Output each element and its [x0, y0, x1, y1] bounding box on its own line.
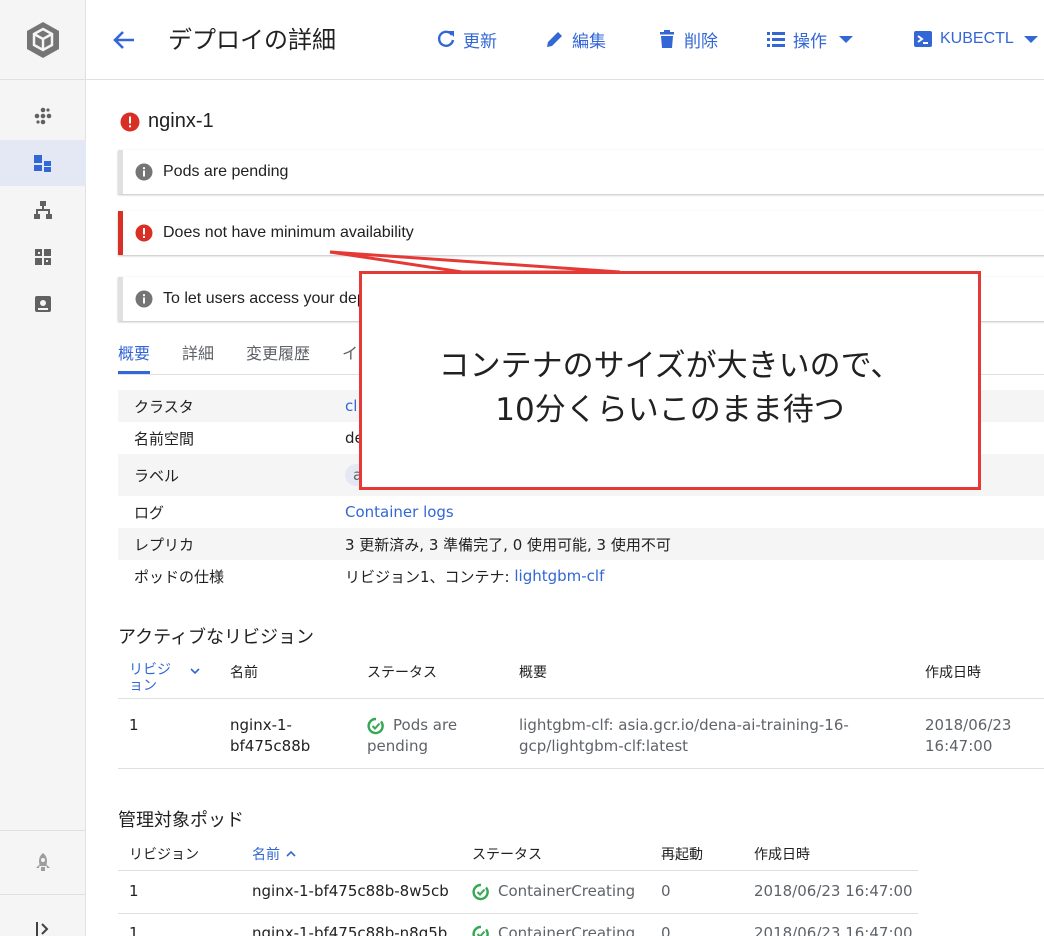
status-ok-icon: [472, 883, 489, 900]
column-header-name[interactable]: 名前: [252, 844, 298, 864]
overview-row-logs: ログ Container logs: [134, 503, 454, 522]
applications-icon: [35, 249, 51, 265]
sidebar-item-applications[interactable]: [0, 234, 86, 280]
sidebar-expand[interactable]: [0, 906, 86, 936]
sidebar-item-workloads[interactable]: [0, 140, 86, 186]
container-link[interactable]: lightgbm-clf: [514, 567, 604, 585]
deployment-details: nginx-1 Pods are pending Does not have m…: [86, 80, 1044, 936]
trash-icon: [660, 30, 674, 48]
revision-summary: lightgbm-clf: asia.gcr.io/dena-ai-traini…: [519, 716, 849, 755]
caret-down-icon: [1023, 36, 1038, 43]
annotation-callout: コンテナのサイズが大きいので、 10分くらいこのまま待つ: [359, 271, 981, 490]
revision-created: 2018/06/23 16:47:00: [925, 716, 1012, 755]
status-ok-icon: [367, 717, 384, 734]
tab-revision-history[interactable]: 変更履歴: [246, 340, 310, 374]
overview-row-pod-spec: ポッドの仕様 リビジョン1、コンテナ: lightgbm-clf: [134, 567, 605, 586]
services-icon: [34, 201, 52, 219]
error-icon: [135, 224, 153, 242]
column-header-revision[interactable]: リビジ ョン: [129, 662, 171, 694]
kubernetes-logo[interactable]: [0, 0, 86, 80]
caret-down-icon: [839, 36, 853, 43]
alert-pods-pending: Pods are pending: [118, 150, 1044, 194]
overview-row-replicas: レプリカ 3 更新済み, 3 準備完了, 0 使用可能, 3 使用不可: [118, 528, 1044, 560]
info-icon: [135, 290, 153, 308]
edit-button[interactable]: 編集: [544, 26, 606, 52]
kubernetes-logo-icon: [27, 21, 59, 58]
back-arrow-icon[interactable]: [110, 26, 138, 54]
kubectl-menu-button[interactable]: KUBECTL: [912, 26, 1044, 52]
operations-menu-button[interactable]: 操作: [765, 26, 863, 52]
storage-icon: [35, 296, 51, 312]
page-title: デプロイの詳細: [168, 26, 336, 54]
sidebar-item-clusters[interactable]: [0, 93, 86, 139]
delete-button[interactable]: 削除: [656, 26, 718, 52]
sidebar-item-storage[interactable]: [0, 281, 86, 327]
chevron-up-icon: [286, 850, 296, 857]
clusters-icon: [34, 107, 52, 125]
annotation-line-1: コンテナのサイズが大きいので、: [438, 348, 902, 384]
page-header: デプロイの詳細 更新 編集 削除 操作 KUBECTL: [86, 0, 1044, 80]
marketplace-icon: [36, 853, 50, 871]
tab-details[interactable]: 詳細: [182, 340, 214, 374]
deployment-name-row: nginx-1: [120, 110, 214, 133]
annotation-line-2: 10分くらいこのまま待つ: [495, 392, 845, 428]
terminal-icon: [914, 31, 932, 47]
tab-events[interactable]: イ: [342, 340, 358, 374]
tab-overview[interactable]: 概要: [118, 340, 151, 374]
revision-status: Pods are pending: [367, 716, 458, 755]
detail-tabs: 概要 詳細 変更履歴 イ: [118, 340, 390, 376]
status-ok-icon: [472, 925, 489, 936]
revision-name: nginx-1- bf475c88b: [230, 716, 311, 755]
chevron-down-icon[interactable]: [188, 664, 202, 678]
error-icon: [120, 112, 140, 131]
container-logs-link[interactable]: Container logs: [345, 503, 454, 521]
left-nav-rail: [0, 0, 86, 936]
managed-pods-title: 管理対象ポッド: [118, 810, 244, 831]
alert-min-availability: Does not have minimum availability: [118, 211, 1044, 255]
refresh-button[interactable]: 更新: [435, 26, 497, 52]
pencil-icon: [547, 32, 562, 47]
active-revisions-title: アクティブなリビジョン: [118, 627, 315, 648]
deployment-name: nginx-1: [148, 110, 214, 132]
expand-icon: [36, 922, 49, 936]
refresh-icon: [437, 30, 455, 47]
sidebar-item-marketplace[interactable]: [0, 839, 86, 885]
sidebar-item-services[interactable]: [0, 187, 86, 233]
list-icon: [767, 32, 785, 47]
info-icon: [135, 163, 153, 181]
workloads-icon: [34, 155, 51, 172]
